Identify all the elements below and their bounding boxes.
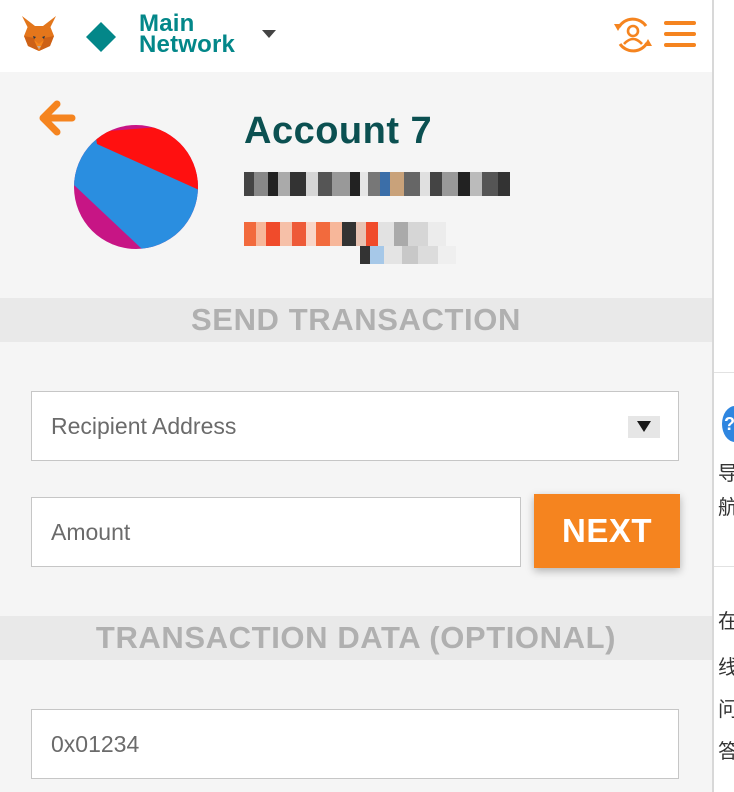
account-address-redacted	[244, 172, 550, 196]
account-name: Account 7	[244, 110, 433, 152]
amount-input[interactable]	[32, 498, 520, 566]
help-icon[interactable]: ?	[722, 406, 734, 442]
transaction-data-heading: TRANSACTION DATA (OPTIONAL)	[0, 616, 712, 660]
background-window: ? 导 航 在 线 问 答	[714, 0, 734, 792]
next-button[interactable]: NEXT	[534, 494, 680, 568]
background-text: 导	[718, 461, 734, 485]
recipient-address-select[interactable]	[31, 391, 679, 461]
background-text: 答	[718, 739, 734, 763]
transaction-data-field[interactable]	[31, 709, 679, 779]
hamburger-menu-icon[interactable]	[664, 21, 696, 47]
dropdown-arrow-icon[interactable]	[628, 416, 660, 438]
transaction-data-input[interactable]	[32, 710, 678, 778]
account-identicon-avatar	[74, 125, 198, 249]
background-text: 航	[718, 495, 734, 519]
account-balance-redacted-2	[360, 246, 456, 264]
account-balance-redacted	[244, 222, 456, 246]
back-arrow-icon[interactable]	[38, 100, 76, 136]
background-text: 在	[718, 609, 734, 633]
network-name[interactable]: Main Network	[139, 12, 259, 57]
send-transaction-heading: SEND TRANSACTION	[0, 298, 712, 342]
background-text: 线	[718, 655, 734, 679]
metamask-popup: Main Network Account 7 SEND TRANSACTION …	[0, 0, 712, 792]
background-text: 问	[718, 697, 734, 721]
account-switch-icon[interactable]	[612, 14, 654, 56]
metamask-fox-icon[interactable]	[20, 14, 58, 54]
network-dropdown-caret-icon[interactable]	[262, 30, 276, 38]
amount-field[interactable]	[31, 497, 521, 567]
network-diamond-icon[interactable]	[86, 22, 116, 52]
app-header: Main Network	[0, 0, 712, 72]
recipient-address-input[interactable]	[32, 392, 678, 460]
